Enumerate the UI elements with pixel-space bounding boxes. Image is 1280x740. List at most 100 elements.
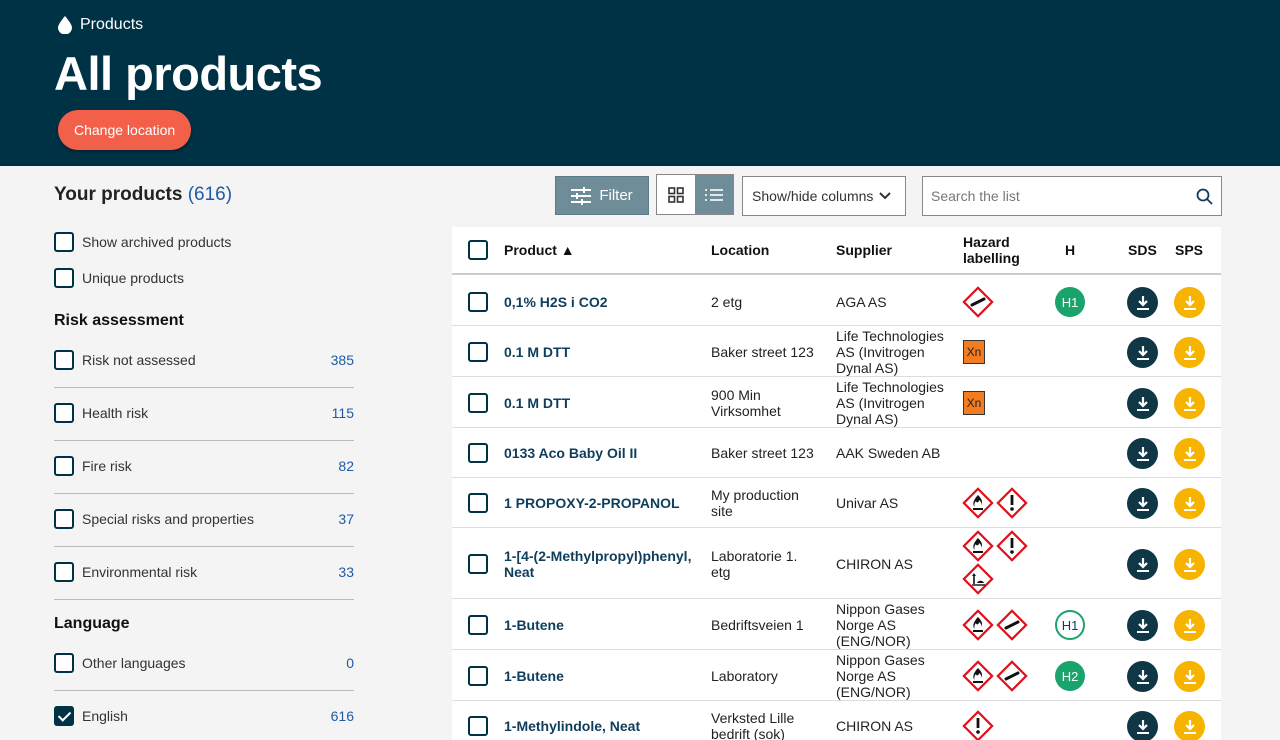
column-hazard-line1[interactable]: Hazard <box>963 234 1010 250</box>
sps-download-icon[interactable] <box>1174 610 1205 641</box>
supplier-cell-line: AAK Sweden AB <box>836 445 941 461</box>
risk-filter-row[interactable]: Fire risk 82 <box>54 456 354 476</box>
language-label: English <box>82 708 128 724</box>
select-all-checkbox[interactable] <box>468 240 488 260</box>
row-checkbox[interactable] <box>468 493 488 513</box>
products-table: Product ▲ Location Supplier Hazard label… <box>452 227 1221 740</box>
risk-filter-row[interactable]: Environmental risk 33 <box>54 562 354 582</box>
h-badge: H1 <box>1055 610 1085 640</box>
sds-download-icon[interactable] <box>1127 488 1158 519</box>
sps-download-icon[interactable] <box>1174 711 1205 740</box>
search-input[interactable] <box>931 188 1196 204</box>
sps-download-icon[interactable] <box>1174 388 1205 419</box>
sds-download-icon[interactable] <box>1127 711 1158 740</box>
product-link[interactable]: 1-Butene <box>504 668 704 684</box>
risk-filter-row[interactable]: Health risk 115 <box>54 403 354 423</box>
product-link-line: 0,1% H2S i CO2 <box>504 294 608 310</box>
language-checkbox[interactable] <box>54 706 74 726</box>
row-checkbox[interactable] <box>468 393 488 413</box>
product-link-line: 0.1 M DTT <box>504 395 571 411</box>
show-hide-columns-select[interactable]: Show/hide columns <box>742 176 906 216</box>
product-link[interactable]: 1 PROPOXY-2-PROPANOL <box>504 495 704 511</box>
row-checkbox[interactable] <box>468 443 488 463</box>
risk-checkbox[interactable] <box>54 509 74 529</box>
risk-filter-row[interactable]: Risk not assessed 385 <box>54 350 354 370</box>
row-checkbox[interactable] <box>468 292 488 312</box>
language-filter-row[interactable]: English 616 <box>54 706 354 726</box>
sds-download-icon[interactable] <box>1127 388 1158 419</box>
breadcrumb[interactable]: Products <box>58 16 143 34</box>
unique-products-option[interactable]: Unique products <box>54 268 184 288</box>
column-sps[interactable]: SPS <box>1175 242 1203 258</box>
row-checkbox[interactable] <box>468 666 488 686</box>
product-link[interactable]: 0133 Aco Baby Oil II <box>504 445 704 461</box>
location-cell-line: Virksomhet <box>711 403 781 419</box>
divider <box>54 440 354 441</box>
column-h[interactable]: H <box>1065 242 1075 258</box>
sps-download-icon[interactable] <box>1174 661 1205 692</box>
location-cell-line: Laboratory <box>711 668 778 684</box>
table-row[interactable]: 1-Butene Bedriftsveien 1 Nippon Gases Norge… <box>452 599 1221 650</box>
sps-download-icon[interactable] <box>1174 488 1205 519</box>
row-checkbox[interactable] <box>468 554 488 574</box>
show-archived-checkbox[interactable] <box>54 232 74 252</box>
table-row[interactable]: 1-Methylindole, Neat Verksted Lille bedrif… <box>452 701 1221 740</box>
product-link[interactable]: 0,1% H2S i CO2 <box>504 294 704 310</box>
unique-products-label: Unique products <box>82 270 184 286</box>
sds-download-icon[interactable] <box>1127 337 1158 368</box>
risk-checkbox[interactable] <box>54 562 74 582</box>
sds-download-icon[interactable] <box>1127 610 1158 641</box>
sds-download-icon[interactable] <box>1127 549 1158 580</box>
product-link[interactable]: 1-Butene <box>504 617 704 633</box>
product-link[interactable]: 0.1 M DTT <box>504 344 704 360</box>
sps-download-icon[interactable] <box>1174 549 1205 580</box>
column-product[interactable]: Product ▲ <box>504 242 575 258</box>
risk-filter-row[interactable]: Special risks and properties 37 <box>54 509 354 529</box>
xn-hazard-icon: Xn <box>963 340 985 364</box>
language-filter-row[interactable]: Other languages 0 <box>54 653 354 673</box>
table-row[interactable]: 0,1% H2S i CO2 2 etg AGA AS H1 <box>452 277 1221 326</box>
flame-hazard-icon <box>961 659 995 693</box>
risk-checkbox[interactable] <box>54 350 74 370</box>
table-row[interactable]: 0.1 M DTT 900 Min Virksomhet Life Technolog… <box>452 377 1221 428</box>
language-title: Language <box>54 615 130 632</box>
show-archived-option[interactable]: Show archived products <box>54 232 231 252</box>
sps-download-icon[interactable] <box>1174 438 1205 469</box>
column-location[interactable]: Location <box>711 242 769 258</box>
location-cell: My production site <box>711 487 831 519</box>
gas-cylinder-hazard-icon <box>961 285 995 319</box>
risk-label: Special risks and properties <box>82 511 254 527</box>
location-cell: 2 etg <box>711 294 831 310</box>
filter-button[interactable]: Filter <box>555 176 649 215</box>
table-row[interactable]: 1 PROPOXY-2-PROPANOL My production site Uni… <box>452 478 1221 528</box>
risk-checkbox[interactable] <box>54 456 74 476</box>
unique-products-checkbox[interactable] <box>54 268 74 288</box>
product-link[interactable]: 1-Methylindole, Neat <box>504 718 704 734</box>
product-link[interactable]: 0.1 M DTT <box>504 395 704 411</box>
supplier-cell-line: Dynal AS) <box>836 360 899 376</box>
search-icon[interactable] <box>1196 188 1213 205</box>
column-sds[interactable]: SDS <box>1128 242 1157 258</box>
sps-download-icon[interactable] <box>1174 337 1205 368</box>
language-checkbox[interactable] <box>54 653 74 673</box>
table-row[interactable]: 0.1 M DTT Baker street 123 Life Technologi… <box>452 326 1221 377</box>
column-hazard-line2[interactable]: labelling <box>963 250 1020 266</box>
list-view-button[interactable] <box>695 175 733 214</box>
sds-download-icon[interactable] <box>1127 438 1158 469</box>
row-checkbox[interactable] <box>468 342 488 362</box>
language-label: Other languages <box>82 655 186 671</box>
change-location-button[interactable]: Change location <box>58 110 192 150</box>
product-link[interactable]: 1-[4-(2-Methylpropyl)phenyl, Neat <box>504 548 704 580</box>
table-row[interactable]: 1-Butene Laboratory Nippon Gases Norge AS (E… <box>452 650 1221 701</box>
sds-download-icon[interactable] <box>1127 661 1158 692</box>
table-row[interactable]: 1-[4-(2-Methylpropyl)phenyl, Neat Laborato… <box>452 528 1221 599</box>
risk-checkbox[interactable] <box>54 403 74 423</box>
row-checkbox[interactable] <box>468 716 488 736</box>
grid-view-button[interactable] <box>657 175 695 214</box>
table-row[interactable]: 0133 Aco Baby Oil II Baker street 123 AAK … <box>452 428 1221 478</box>
grid-icon <box>668 186 684 203</box>
column-supplier[interactable]: Supplier <box>836 242 892 258</box>
sds-download-icon[interactable] <box>1127 287 1158 318</box>
sps-download-icon[interactable] <box>1174 287 1205 318</box>
row-checkbox[interactable] <box>468 615 488 635</box>
